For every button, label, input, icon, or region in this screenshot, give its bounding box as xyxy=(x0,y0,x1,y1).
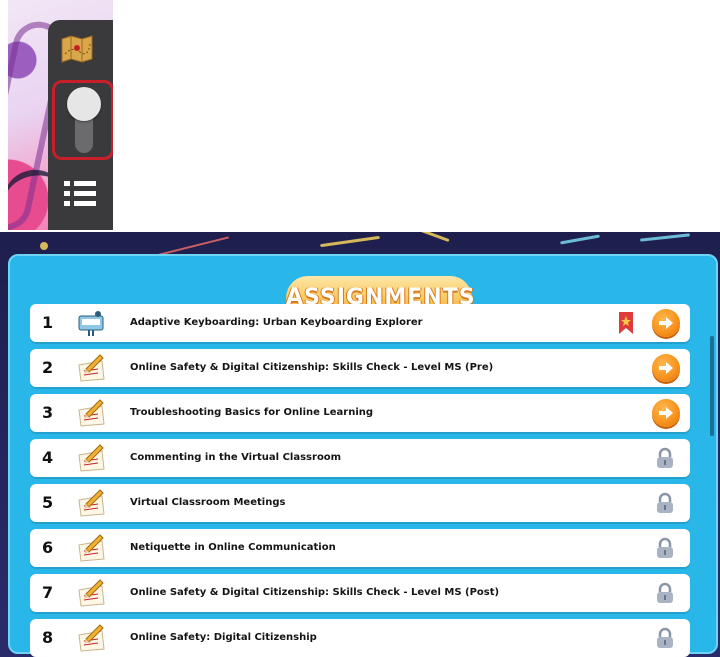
start-assignment-button[interactable] xyxy=(652,309,680,337)
assignment-title[interactable]: Adaptive Keyboarding: Urban Keyboarding … xyxy=(130,304,423,342)
assignment-row[interactable]: 2 Online Safety & Digital Citizenship: S… xyxy=(30,349,690,387)
assignment-title[interactable]: Netiquette in Online Communication xyxy=(130,529,336,567)
list-icon[interactable] xyxy=(62,178,98,210)
start-assignment-button[interactable] xyxy=(652,399,680,427)
toolbar-crop xyxy=(8,0,113,230)
assignment-number: 7 xyxy=(42,583,54,602)
assignment-row[interactable]: 4 Commenting in the Virtual Classroom xyxy=(30,439,690,477)
lock-icon xyxy=(657,447,673,468)
assignment-row[interactable]: 1 Adaptive Keyboarding: Urban Keyboardin… xyxy=(30,304,690,342)
pencil-paper-icon xyxy=(78,579,105,607)
firework-spark xyxy=(560,234,600,245)
scrollbar[interactable] xyxy=(710,336,714,436)
assignment-number: 4 xyxy=(42,448,54,467)
assignment-row[interactable]: 3 Troubleshooting Basics for Online Lear… xyxy=(30,394,690,432)
bookmark-icon[interactable] xyxy=(618,312,634,334)
assignment-title[interactable]: Online Safety & Digital Citizenship: Ski… xyxy=(130,349,493,387)
assignment-title[interactable]: Online Safety & Digital Citizenship: Ski… xyxy=(130,574,499,612)
assignment-row[interactable]: 7 Online Safety & Digital Citizenship: S… xyxy=(30,574,690,612)
pencil-paper-icon xyxy=(78,444,105,472)
lock-icon xyxy=(657,537,673,558)
assignment-title[interactable]: Online Safety: Digital Citizenship xyxy=(130,619,317,657)
assignments-scene: ASSIGNMENTS 1 Adaptive Keyboarding: Urba… xyxy=(0,232,720,657)
pencil-paper-icon xyxy=(78,489,105,517)
lock-icon xyxy=(657,627,673,648)
assignment-title[interactable]: Virtual Classroom Meetings xyxy=(130,484,285,522)
start-assignment-button[interactable] xyxy=(652,354,680,382)
pencil-paper-icon xyxy=(78,624,105,652)
firework-spark xyxy=(40,242,48,250)
assignment-number: 5 xyxy=(42,493,54,512)
assignment-title[interactable]: Commenting in the Virtual Classroom xyxy=(130,439,341,477)
map-icon[interactable] xyxy=(60,34,94,64)
assignment-number: 2 xyxy=(42,358,54,377)
assignment-number: 8 xyxy=(42,628,54,647)
toggle-knob[interactable] xyxy=(67,87,101,121)
side-toolbar xyxy=(48,20,113,230)
firework-spark xyxy=(420,232,450,243)
assignment-number: 3 xyxy=(42,403,54,422)
assignment-row[interactable]: 6 Netiquette in Online Communication xyxy=(30,529,690,567)
arrow-right-icon xyxy=(659,407,673,419)
arrow-right-icon xyxy=(659,317,673,329)
pencil-paper-icon xyxy=(78,534,105,562)
firework-spark xyxy=(639,233,691,242)
pencil-paper-icon xyxy=(78,354,105,382)
firework-spark xyxy=(320,235,380,248)
assignment-list: 1 Adaptive Keyboarding: Urban Keyboardin… xyxy=(30,304,690,657)
assignment-number: 6 xyxy=(42,538,54,557)
lock-icon xyxy=(657,582,673,603)
assignment-title[interactable]: Troubleshooting Basics for Online Learni… xyxy=(130,394,373,432)
assignment-row[interactable]: 5 Virtual Classroom Meetings xyxy=(30,484,690,522)
assignment-row[interactable]: 8 Online Safety: Digital Citizenship xyxy=(30,619,690,657)
toggle-switch[interactable] xyxy=(52,80,113,160)
pencil-paper-icon xyxy=(78,399,105,427)
assignment-number: 1 xyxy=(42,313,54,332)
keyboarding-icon xyxy=(78,311,104,336)
lock-icon xyxy=(657,492,673,513)
arrow-right-icon xyxy=(659,362,673,374)
